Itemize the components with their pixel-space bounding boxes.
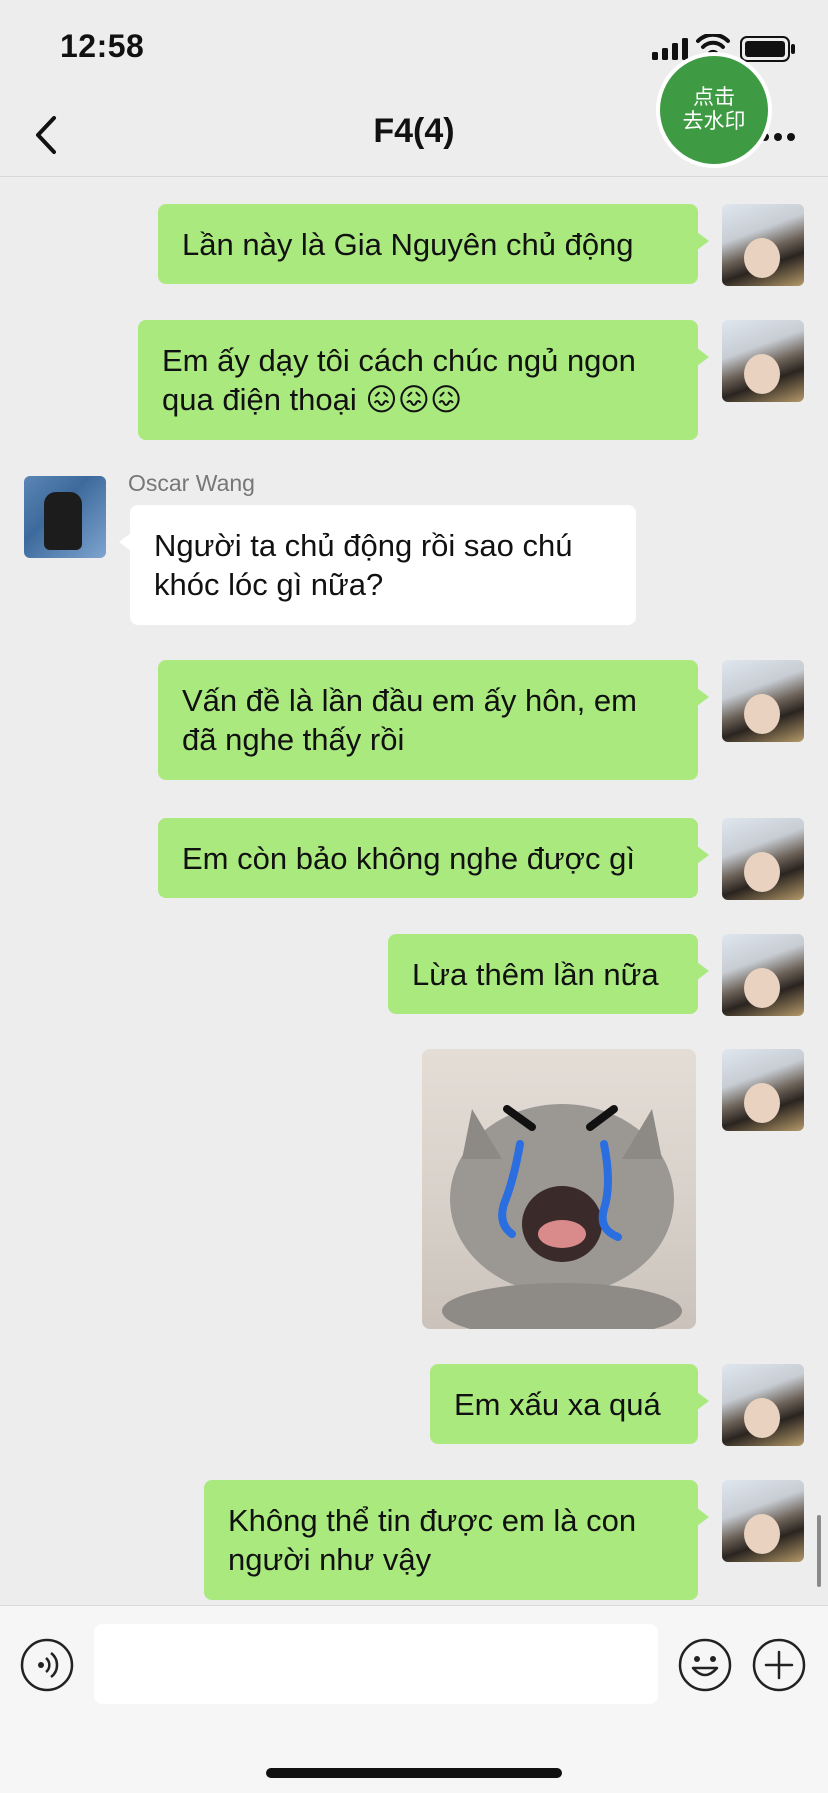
my-avatar[interactable] bbox=[722, 320, 804, 402]
input-bar bbox=[0, 1605, 828, 1793]
more-dots-icon[interactable] bbox=[760, 132, 796, 142]
scrollbar[interactable] bbox=[817, 1515, 821, 1587]
plus-circle-icon[interactable] bbox=[752, 1638, 806, 1692]
my-avatar[interactable] bbox=[722, 818, 804, 900]
voice-input-icon[interactable] bbox=[20, 1638, 74, 1692]
message-text: Em còn bảo không nghe được gì bbox=[182, 840, 635, 876]
my-avatar[interactable] bbox=[722, 660, 804, 742]
badge-line-1: 点击 bbox=[693, 86, 735, 109]
message-text: Người ta chủ động rồi sao chú khóc lóc g… bbox=[154, 528, 573, 602]
message-bubble[interactable]: Lần này là Gia Nguyên chủ động bbox=[158, 204, 709, 284]
my-avatar[interactable] bbox=[722, 1049, 804, 1131]
message-bubble[interactable]: Lừa thêm lần nữa bbox=[388, 934, 709, 1014]
my-avatar[interactable] bbox=[722, 204, 804, 286]
my-avatar[interactable] bbox=[722, 934, 804, 1016]
cat-illustration bbox=[442, 1104, 682, 1329]
message-bubble[interactable]: Em ấy dạy tôi cách chúc ngủ ngon qua điệ… bbox=[138, 320, 709, 440]
battery-icon bbox=[740, 36, 795, 62]
message-text: Lừa thêm lần nữa bbox=[412, 956, 659, 992]
message-bubble[interactable]: Không thể tin được em là con người như v… bbox=[204, 1480, 709, 1600]
my-avatar[interactable] bbox=[722, 1480, 804, 1562]
message-bubble[interactable]: Vấn đề là lần đầu em ấy hôn, em đã nghe … bbox=[158, 660, 709, 780]
confounded-face-emoji: 😖😖😖 bbox=[365, 382, 463, 417]
sender-name: Oscar Wang bbox=[128, 470, 255, 496]
message-text: Lần này là Gia Nguyên chủ động bbox=[182, 226, 634, 262]
message-text: Vấn đề là lần đầu em ấy hôn, em đã nghe … bbox=[182, 683, 637, 757]
status-time: 12:58 bbox=[60, 28, 145, 64]
crying-cat-sticker[interactable] bbox=[422, 1049, 696, 1329]
oscar-wang-avatar[interactable] bbox=[24, 476, 106, 558]
message-bubble[interactable]: Em xấu xa quá bbox=[430, 1364, 709, 1444]
message-text: Em xấu xa quá bbox=[454, 1386, 661, 1422]
badge-line-2: 去水印 bbox=[682, 110, 746, 133]
message-input[interactable] bbox=[94, 1624, 658, 1704]
message-bubble[interactable]: Người ta chủ động rồi sao chú khóc lóc g… bbox=[119, 505, 636, 625]
home-indicator[interactable] bbox=[266, 1768, 562, 1778]
remove-watermark-button[interactable]: 点击 去水印 bbox=[660, 56, 768, 164]
signal-icon bbox=[652, 38, 688, 60]
message-text: Không thể tin được em là con người như v… bbox=[228, 1503, 637, 1577]
emoji-icon[interactable] bbox=[678, 1638, 732, 1692]
message-bubble[interactable]: Em còn bảo không nghe được gì bbox=[158, 818, 709, 898]
my-avatar[interactable] bbox=[722, 1364, 804, 1446]
